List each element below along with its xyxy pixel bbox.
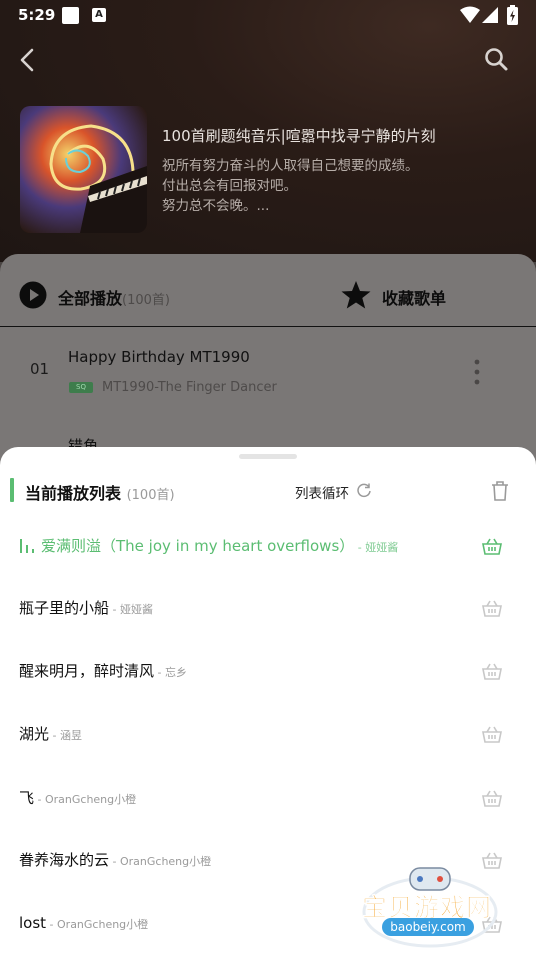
description-line: 付出总会有回报对吧。 xyxy=(162,178,297,194)
a-notification-icon: A xyxy=(92,8,106,22)
queue-song-title: 瓶子里的小船 xyxy=(19,599,110,617)
queue-song-title: lost xyxy=(19,914,47,932)
queue-item[interactable]: 爱满则溢（The joy in my heart overflows） - 娅娅… xyxy=(0,523,536,573)
queue-item[interactable]: 醒来明月，醉时清风 - 忘乡 xyxy=(0,648,536,698)
wifi-icon xyxy=(460,6,480,23)
back-icon[interactable] xyxy=(16,46,40,74)
queue-song-artist: - OranGcheng小橙 xyxy=(34,793,137,806)
loop-icon[interactable] xyxy=(356,482,372,498)
loop-mode-button[interactable]: 列表循环 xyxy=(295,482,349,502)
notification-icon xyxy=(62,7,79,24)
queue-item[interactable]: 湖光 - 涵昱 xyxy=(0,711,536,761)
queue-song-artist: - OranGcheng小橙 xyxy=(109,855,212,868)
star-icon[interactable] xyxy=(341,280,371,310)
playlist-title: 100首刷题纯音乐|喧嚣中找寻宁静的片刻 xyxy=(162,127,436,145)
drag-handle[interactable] xyxy=(239,454,297,459)
queue-item[interactable]: 飞 - OranGcheng小橙 xyxy=(0,775,536,825)
favorite-playlist-button[interactable]: 收藏歌单 xyxy=(382,285,446,309)
now-playing-icon xyxy=(20,539,34,553)
basket-icon[interactable] xyxy=(482,789,502,809)
queue-song-artist: - 涵昱 xyxy=(49,729,82,742)
queue-count: (100首) xyxy=(126,488,175,503)
queue-song-title: 醒来明月，醉时清风 xyxy=(19,662,155,680)
queue-title-text: 当前播放列表 xyxy=(25,484,122,503)
play-all-button[interactable]: 全部播放(100首) xyxy=(58,285,170,309)
queue-song-title: 湖光 xyxy=(19,725,50,743)
queue-song-artist: - OranGcheng小橙 xyxy=(46,918,149,931)
basket-icon[interactable] xyxy=(482,599,502,619)
song-index: 01 xyxy=(30,360,50,378)
playlist-cover[interactable] xyxy=(20,106,147,233)
title-accent-bar xyxy=(10,478,14,502)
queue-song-title: 眷养海水的云 xyxy=(19,851,110,869)
divider xyxy=(0,326,536,327)
queue-song-artist: - 娅娅酱 xyxy=(109,603,153,616)
basket-icon[interactable] xyxy=(482,537,502,557)
basket-icon[interactable] xyxy=(482,662,502,682)
watermark-url: baobeiy.com xyxy=(382,918,474,936)
status-time: 5:29 xyxy=(18,6,56,24)
more-vertical-icon[interactable] xyxy=(472,358,482,386)
queue-item[interactable]: 瓶子里的小船 - 娅娅酱 xyxy=(0,585,536,635)
basket-icon[interactable] xyxy=(482,725,502,745)
trash-icon[interactable] xyxy=(490,480,510,502)
queue-song-title: 爱满则溢（The joy in my heart overflows） xyxy=(41,537,355,555)
song-title[interactable]: Happy Birthday MT1990 xyxy=(68,348,250,366)
queue-title: 当前播放列表 (100首) xyxy=(25,480,175,504)
queue-song-artist: - 娅娅酱 xyxy=(354,541,399,554)
signal-icon xyxy=(482,7,498,23)
status-bar: 5:29 A xyxy=(0,0,536,32)
playlist-description[interactable]: 祝所有努力奋斗的人取得自己想要的成绩。 付出总会有回报对吧。 努力总不会晚。..… xyxy=(162,156,419,216)
battery-icon xyxy=(507,5,518,25)
search-icon[interactable] xyxy=(483,46,509,72)
cover-art-image xyxy=(20,106,147,233)
sq-badge: SQ xyxy=(69,382,93,393)
song-artist: MT1990-The Finger Dancer xyxy=(102,380,277,395)
play-all-label: 全部播放 xyxy=(58,289,123,308)
watermark: 宝贝游戏网 baobeiy.com xyxy=(358,860,508,950)
play-all-icon[interactable] xyxy=(19,281,47,309)
description-line: 努力总不会晚。... xyxy=(162,198,270,214)
queue-song-artist: - 忘乡 xyxy=(154,666,187,679)
queue-song-title: 飞 xyxy=(19,789,35,807)
play-all-count: (100首) xyxy=(122,293,170,308)
description-line: 祝所有努力奋斗的人取得自己想要的成绩。 xyxy=(162,158,419,174)
